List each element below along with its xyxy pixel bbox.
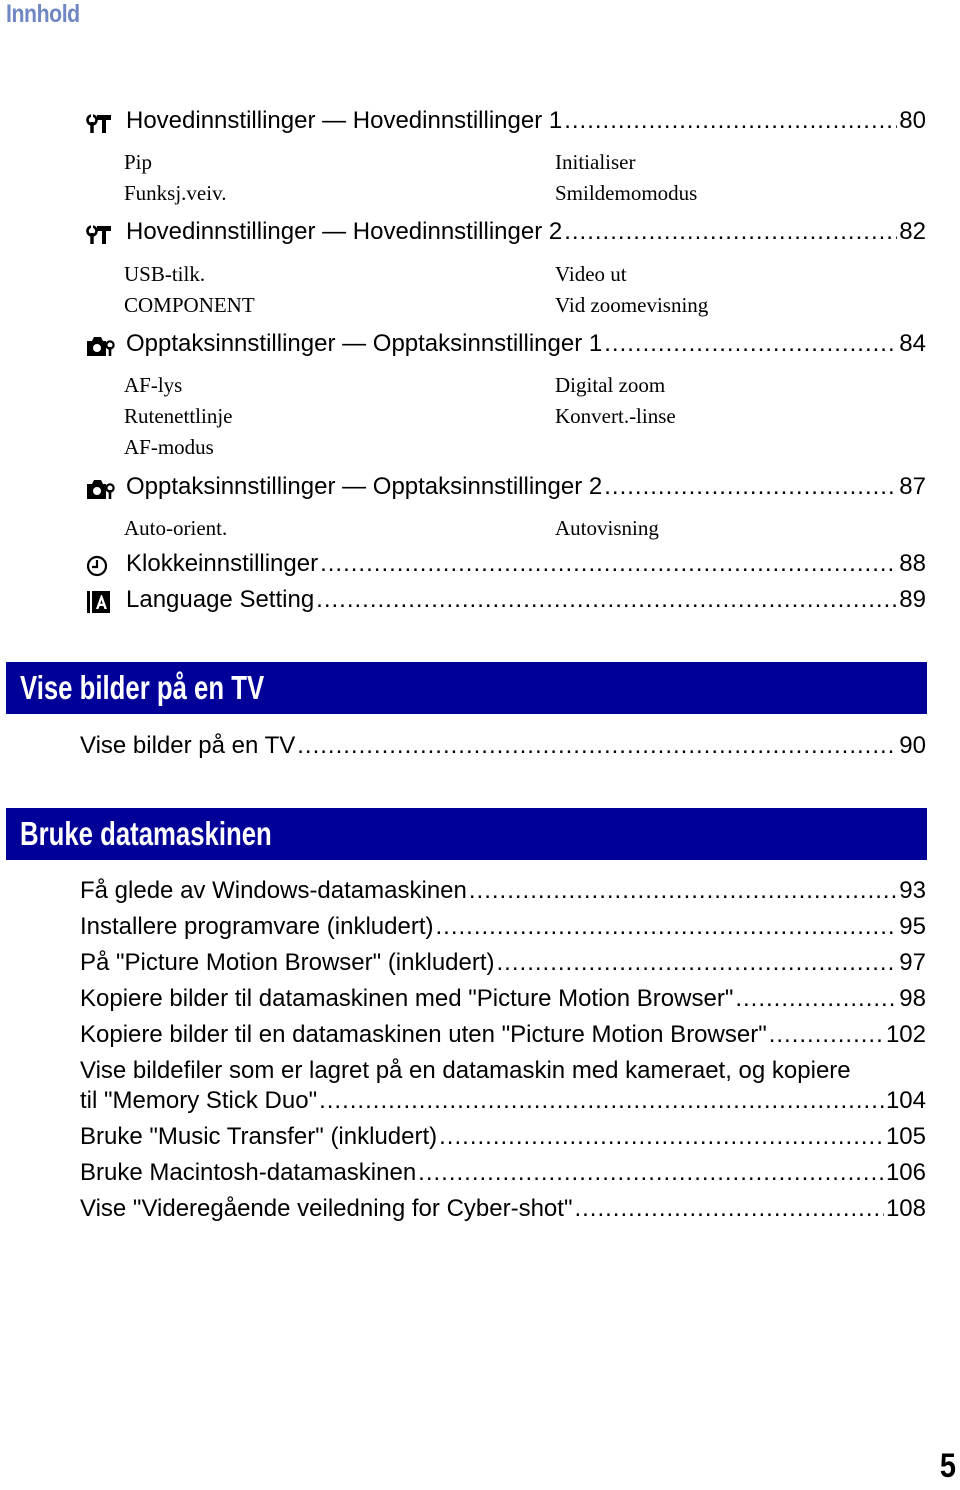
sub-item[interactable]: COMPONENT (124, 293, 255, 318)
sub-item[interactable]: Video ut (555, 262, 627, 287)
entry-page: 88 (899, 550, 926, 577)
toc-entry-language-setting[interactable]: Language Setting 89 (0, 586, 960, 618)
toc-entry[interactable]: Kopiere bilder til datamaskinen med "Pic… (0, 985, 960, 1017)
entry-label: til "Memory Stick Duo" (80, 1087, 318, 1114)
sub-item[interactable]: AF-modus (124, 435, 214, 460)
entry-page: 82 (899, 218, 926, 245)
dot-leader (320, 550, 897, 578)
entry-page: 105 (885, 1123, 926, 1150)
entry-label: Vise bilder på en TV (80, 732, 296, 759)
section-banner-tv: Vise bilder på en TV (6, 662, 927, 714)
entry-label: Hovedinnstillinger — Hovedinnstillinger … (126, 218, 563, 245)
sub-item[interactable]: AF-lys (124, 373, 182, 398)
toc-entry-vise-bilder-tv[interactable]: Vise bilder på en TV 90 (0, 732, 960, 764)
dot-leader (604, 473, 897, 501)
entry-page: 87 (899, 473, 926, 500)
entry-page: 102 (885, 1021, 926, 1048)
entry-page: 84 (899, 330, 926, 357)
sub-item[interactable]: Pip (124, 150, 152, 175)
entry-label: Opptaksinnstillinger — Opptaksinnstillin… (126, 330, 603, 357)
toc-entry[interactable]: Bruke "Music Transfer" (inkludert) 105 (0, 1123, 960, 1155)
toc-entry-hovedinnstillinger-1[interactable]: Hovedinnstillinger — Hovedinnstillinger … (0, 107, 960, 139)
section-banner-computer: Bruke datamaskinen (6, 808, 927, 860)
dot-leader (469, 877, 897, 905)
section-title: Vise bilder på en TV (20, 669, 265, 706)
entry-label: Opptaksinnstillinger — Opptaksinnstillin… (126, 473, 603, 500)
dot-leader (574, 1195, 883, 1223)
dot-leader (418, 1159, 884, 1187)
entry-label: Kopiere bilder til en datamaskinen uten … (80, 1021, 767, 1048)
entry-page: 95 (899, 913, 926, 940)
entry-label: Bruke "Music Transfer" (inkludert) (80, 1123, 438, 1150)
entry-label: Vise "Videregående veiledning for Cyber-… (80, 1195, 573, 1222)
dot-leader (604, 330, 897, 358)
sub-item[interactable]: Vid zoomevisning (555, 293, 708, 318)
dot-leader (297, 732, 897, 760)
dot-leader (735, 985, 897, 1013)
section-title: Bruke datamaskinen (20, 815, 272, 852)
entry-page: 98 (899, 985, 926, 1012)
page-number: 5 (939, 1447, 956, 1485)
toc-entry-hovedinnstillinger-2[interactable]: Hovedinnstillinger — Hovedinnstillinger … (0, 218, 960, 250)
toc-entry-opptaksinnstillinger-2[interactable]: Opptaksinnstillinger — Opptaksinnstillin… (0, 473, 960, 505)
entry-page: 90 (899, 732, 926, 759)
entry-page: 93 (899, 877, 926, 904)
dot-leader (439, 1123, 884, 1151)
page-title: Innhold (6, 0, 80, 28)
entry-page: 80 (899, 107, 926, 134)
toc-entry[interactable]: Kopiere bilder til en datamaskinen uten … (0, 1021, 960, 1053)
entry-label: Language Setting (126, 586, 315, 613)
dot-leader (769, 1021, 884, 1049)
camera-wrench-icon (87, 337, 115, 356)
toc-entry[interactable]: På "Picture Motion Browser" (inkludert) … (0, 949, 960, 981)
toc-entry[interactable]: Bruke Macintosh-datamaskinen 106 (0, 1159, 960, 1191)
entry-label: Klokkeinnstillinger (126, 550, 319, 577)
sub-item[interactable]: USB-tilk. (124, 262, 205, 287)
sub-item[interactable]: Autovisning (555, 516, 659, 541)
entry-page: 106 (885, 1159, 926, 1186)
toc-entry[interactable]: Vise bildefiler som er lagret på en data… (0, 1057, 960, 1121)
sub-item[interactable]: Auto-orient. (124, 516, 227, 541)
sub-item[interactable]: Konvert.-linse (555, 404, 676, 429)
sub-item[interactable]: Initialiser (555, 150, 635, 175)
entry-page: 108 (885, 1195, 926, 1222)
sub-item[interactable]: Digital zoom (555, 373, 665, 398)
toc-entry-opptaksinnstillinger-1[interactable]: Opptaksinnstillinger — Opptaksinnstillin… (0, 330, 960, 362)
entry-label: På "Picture Motion Browser" (inkludert) (80, 949, 495, 976)
dot-leader (564, 107, 897, 135)
toc-entry-klokkeinnstillinger[interactable]: Klokkeinnstillinger 88 (0, 550, 960, 582)
entry-page: 97 (899, 949, 926, 976)
entry-label: Hovedinnstillinger — Hovedinnstillinger … (126, 107, 563, 134)
entry-label: Få glede av Windows-datamaskinen (80, 877, 467, 904)
toc-entry[interactable]: Vise "Videregående veiledning for Cyber-… (0, 1195, 960, 1227)
clock-icon (86, 555, 108, 577)
entry-label: Kopiere bilder til datamaskinen med "Pic… (80, 985, 734, 1012)
entry-page: 89 (899, 586, 926, 613)
wrench-hammer-icon (86, 114, 111, 133)
sub-item[interactable]: Funksj.veiv. (124, 181, 226, 206)
entry-label: Installere programvare (inkludert) (80, 913, 434, 940)
dot-leader (319, 1087, 884, 1115)
dot-leader (497, 949, 898, 977)
entry-page: 104 (885, 1087, 926, 1114)
entry-label: Bruke Macintosh-datamaskinen (80, 1159, 417, 1186)
dot-leader (316, 586, 897, 614)
sub-item[interactable]: Rutenettlinje (124, 404, 232, 429)
sub-item[interactable]: Smildemomodus (555, 181, 697, 206)
wrench-hammer-icon (86, 225, 111, 244)
dot-leader (564, 218, 897, 246)
toc-entry[interactable]: Få glede av Windows-datamaskinen 93 (0, 877, 960, 909)
toc-entry[interactable]: Installere programvare (inkludert) 95 (0, 913, 960, 945)
entry-label-line1: Vise bildefiler som er lagret på en data… (80, 1057, 851, 1084)
camera-wrench-icon (87, 480, 115, 499)
language-a-icon (87, 591, 110, 613)
dot-leader (435, 913, 897, 941)
